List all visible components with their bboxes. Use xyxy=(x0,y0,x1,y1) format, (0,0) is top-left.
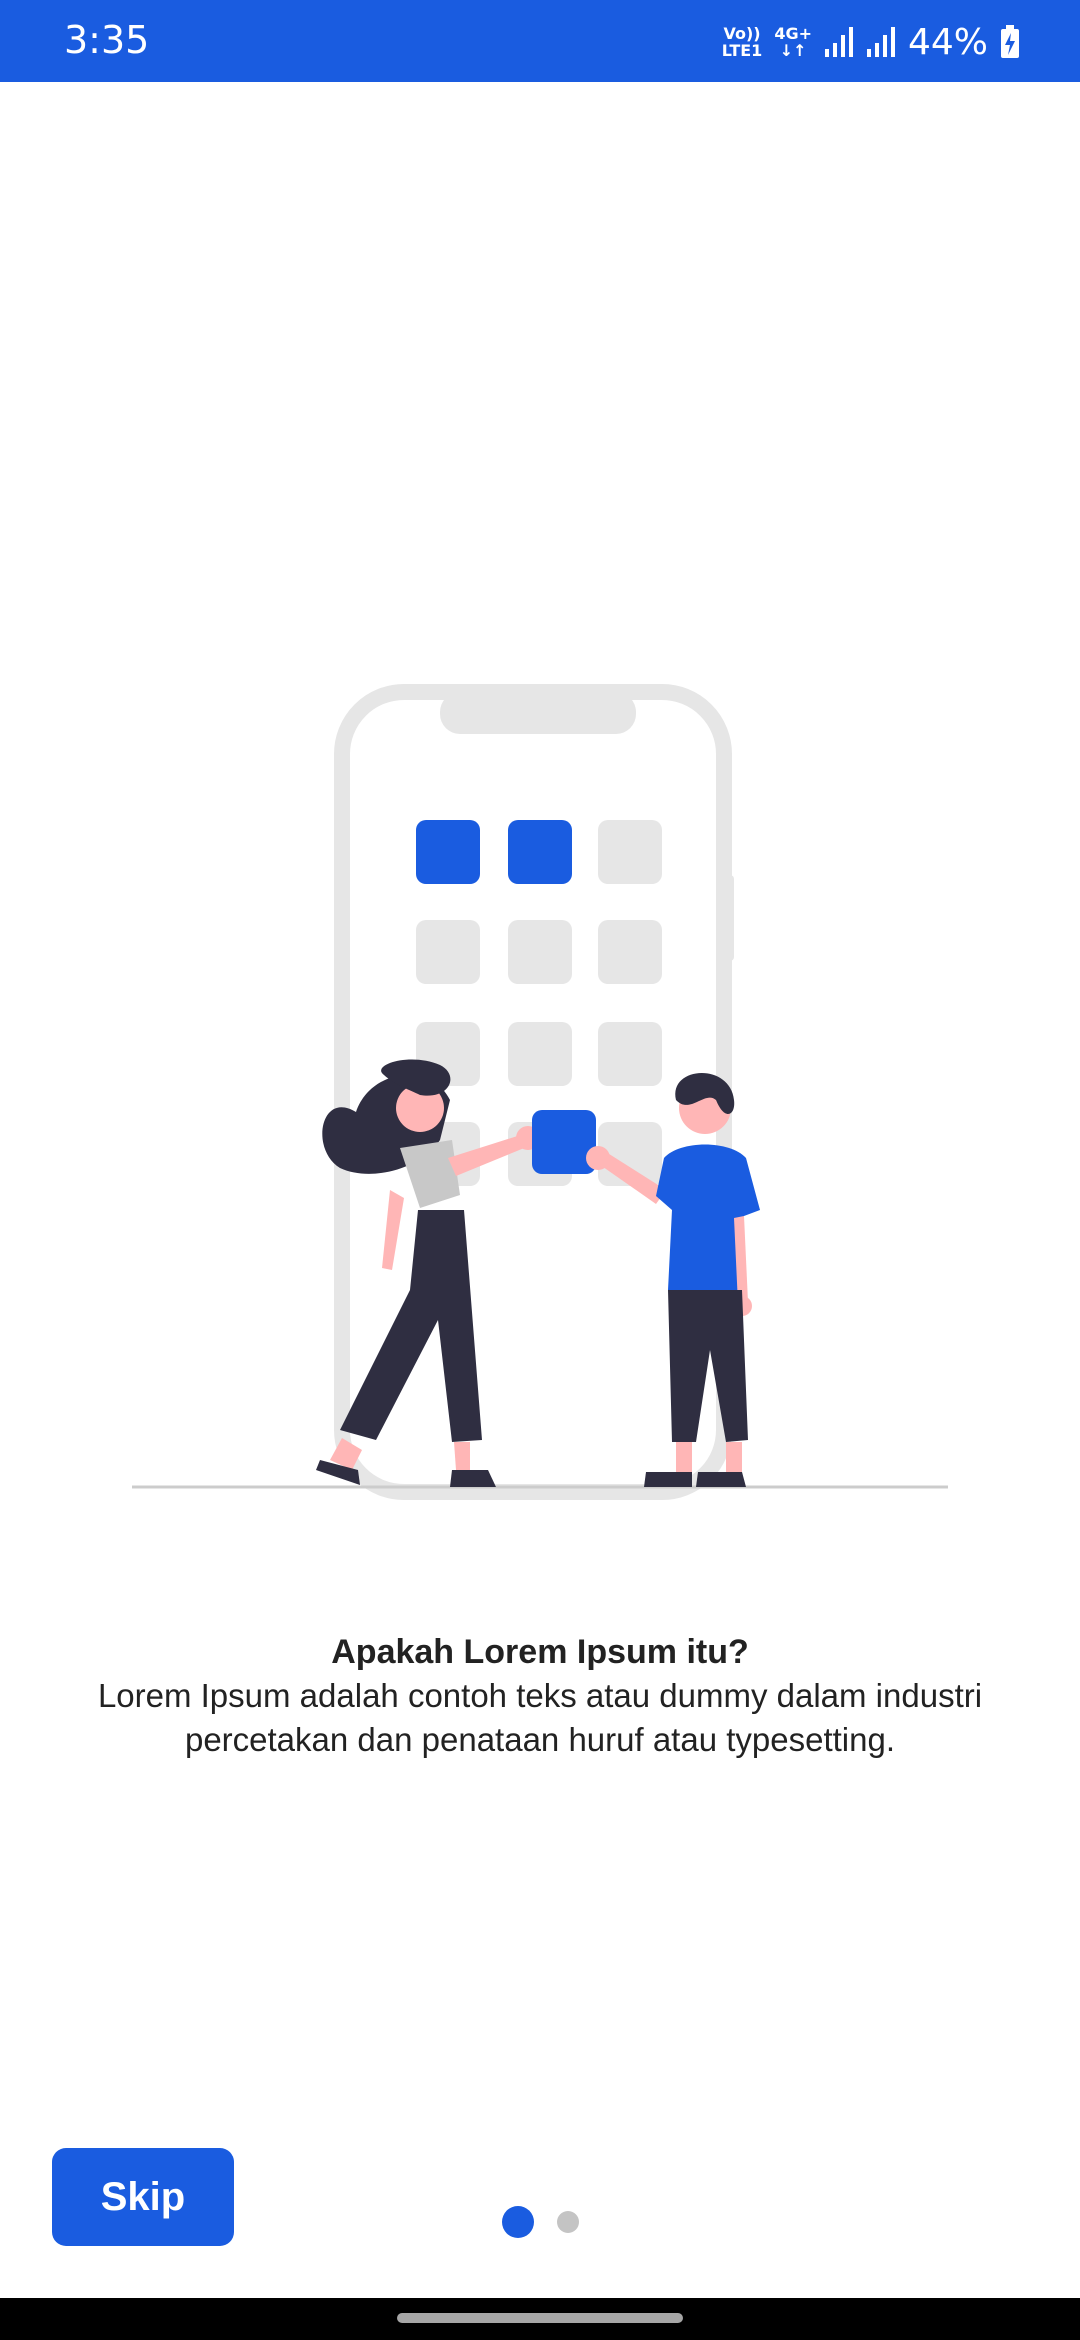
signal-icon xyxy=(866,27,895,57)
data-arrows-label: ↓↑ xyxy=(779,41,807,60)
app-tile-active xyxy=(416,820,480,884)
held-app-tile xyxy=(532,1110,596,1174)
home-gesture-handle[interactable] xyxy=(397,2313,683,2323)
signal-icon xyxy=(824,27,853,57)
app-tile-active xyxy=(508,820,572,884)
battery-percent: 44% xyxy=(907,21,988,63)
data-arrows-icon: 4G+ ↓↑ xyxy=(774,25,812,59)
skip-button[interactable]: Skip xyxy=(52,2148,234,2246)
status-bar: 3:35 Vo)) LTE1 4G+ ↓↑ 44% xyxy=(0,0,1080,82)
app-tile xyxy=(598,920,662,984)
onboarding-illustration xyxy=(132,684,948,1500)
status-icons: Vo)) LTE1 4G+ ↓↑ 44% xyxy=(722,20,1020,64)
app-tile xyxy=(416,920,480,984)
onboarding-text: Apakah Lorem Ipsum itu? Lorem Ipsum adal… xyxy=(60,1630,1020,1762)
volte-label: Vo)) xyxy=(723,24,761,43)
app-tile xyxy=(508,1022,572,1086)
navigation-bar xyxy=(0,2298,1080,2340)
slide-description: Lorem Ipsum adalah contoh teks atau dumm… xyxy=(97,1677,983,1758)
volte-icon: Vo)) LTE1 xyxy=(722,25,763,59)
app-tile xyxy=(598,1022,662,1086)
page-indicator-dot-active[interactable] xyxy=(502,2206,534,2238)
app-tile xyxy=(598,820,662,884)
slide-title: Apakah Lorem Ipsum itu? xyxy=(331,1633,749,1671)
status-time: 3:35 xyxy=(64,18,150,62)
battery-charging-icon xyxy=(1001,25,1019,58)
data-type-label: 4G+ xyxy=(774,24,812,43)
app-tile xyxy=(508,920,572,984)
lte-label: LTE1 xyxy=(721,41,763,60)
page-indicator-dot[interactable] xyxy=(557,2211,579,2233)
